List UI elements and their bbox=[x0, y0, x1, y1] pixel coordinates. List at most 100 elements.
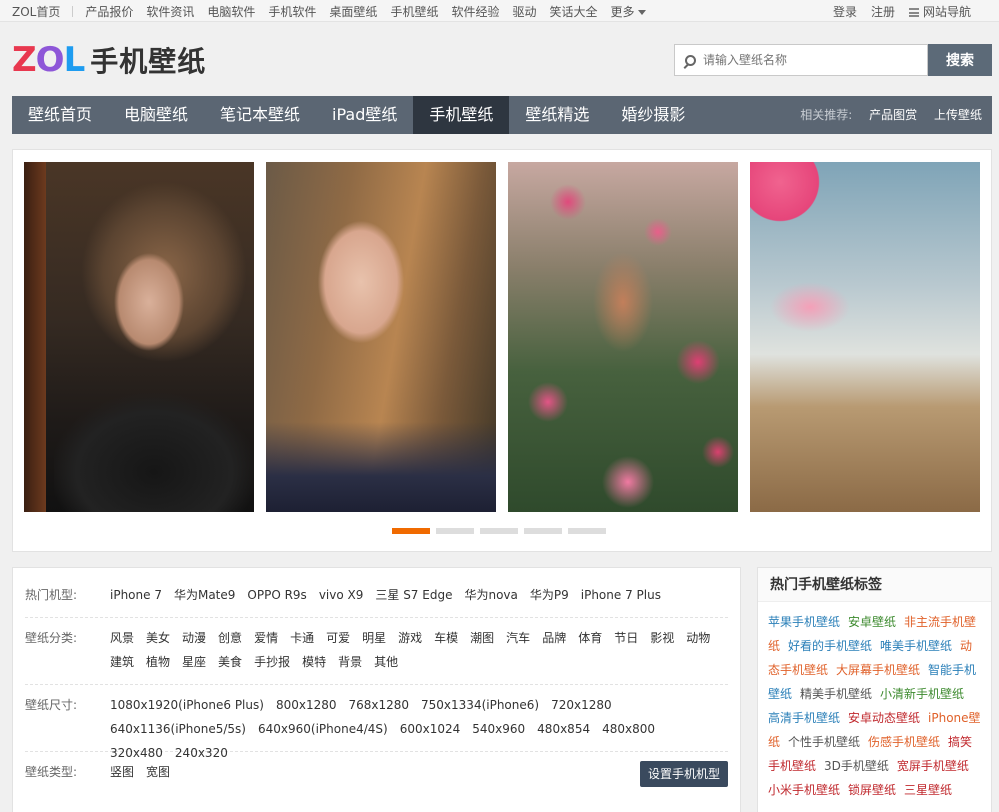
filter-option-model[interactable]: 华为Mate9 bbox=[174, 583, 235, 607]
site-logo[interactable]: ZOL 手机壁纸 bbox=[12, 40, 206, 80]
top-link-jokes[interactable]: 笑话大全 bbox=[549, 3, 597, 20]
hot-tag-link[interactable]: 精美手机壁纸 bbox=[800, 687, 872, 701]
filter-option-model[interactable]: 华为P9 bbox=[530, 583, 569, 607]
nav-item-wallpaper-home[interactable]: 壁纸首页 bbox=[12, 96, 108, 134]
filter-option-size[interactable]: 480x800 bbox=[602, 717, 655, 741]
hot-tag-link[interactable]: 3D手机壁纸 bbox=[824, 759, 889, 773]
filter-option-category[interactable]: 手抄报 bbox=[254, 650, 290, 674]
filter-option-category[interactable]: 车模 bbox=[434, 626, 458, 650]
filter-option-size[interactable]: 768x1280 bbox=[348, 693, 409, 717]
carousel-image-2[interactable] bbox=[266, 162, 496, 512]
nav-item-ipad-wallpaper[interactable]: iPad壁纸 bbox=[316, 96, 413, 134]
top-link-mobile-software[interactable]: 手机软件 bbox=[268, 3, 316, 20]
filter-option-category[interactable]: 背景 bbox=[338, 650, 362, 674]
carousel-dot-2[interactable] bbox=[436, 528, 474, 534]
filter-option-model[interactable]: iPhone 7 Plus bbox=[581, 583, 661, 607]
filter-option-size[interactable]: 750x1334(iPhone6) bbox=[421, 693, 539, 717]
hot-tag-link[interactable]: 小米手机壁纸 bbox=[768, 783, 840, 797]
carousel-image-1[interactable] bbox=[24, 162, 254, 512]
filter-option-category[interactable]: 明星 bbox=[362, 626, 386, 650]
filter-option-category[interactable]: 其他 bbox=[374, 650, 398, 674]
filter-option-size[interactable]: 1080x1920(iPhone6 Plus) bbox=[110, 693, 264, 717]
hot-tag-link[interactable]: 个性手机壁纸 bbox=[788, 735, 860, 749]
filter-option-category[interactable]: 动漫 bbox=[182, 626, 206, 650]
filter-option-category[interactable]: 建筑 bbox=[110, 650, 134, 674]
nav-item-wedding-photo[interactable]: 婚纱摄影 bbox=[605, 96, 701, 134]
filter-option-category[interactable]: 影视 bbox=[650, 626, 674, 650]
filter-option-size[interactable]: 540x960 bbox=[472, 717, 525, 741]
more-menu[interactable]: 更多 bbox=[611, 3, 646, 20]
carousel-dot-4[interactable] bbox=[524, 528, 562, 534]
filter-option-model[interactable]: vivo X9 bbox=[319, 583, 364, 607]
carousel-dot-5[interactable] bbox=[568, 528, 606, 534]
hot-tag-link[interactable]: 苹果手机壁纸 bbox=[768, 615, 840, 629]
carousel-dot-3[interactable] bbox=[480, 528, 518, 534]
filter-option-model[interactable]: OPPO R9s bbox=[247, 583, 306, 607]
nav-item-pc-wallpaper[interactable]: 电脑壁纸 bbox=[108, 96, 204, 134]
filter-option-category[interactable]: 品牌 bbox=[542, 626, 566, 650]
search-input[interactable] bbox=[703, 53, 903, 67]
hot-tag-link[interactable]: 大屏幕手机壁纸 bbox=[836, 663, 920, 677]
filter-option-category[interactable]: 爱情 bbox=[254, 626, 278, 650]
filter-option-size[interactable]: 600x1024 bbox=[400, 717, 461, 741]
hot-tag-link[interactable]: 安卓壁纸 bbox=[848, 615, 896, 629]
filter-option-category[interactable]: 植物 bbox=[146, 650, 170, 674]
top-link-pc-software[interactable]: 电脑软件 bbox=[207, 3, 255, 20]
filter-option-type[interactable]: 宽图 bbox=[146, 760, 170, 784]
filter-option-size[interactable]: 800x1280 bbox=[276, 693, 337, 717]
filter-option-model[interactable]: iPhone 7 bbox=[110, 583, 162, 607]
filter-option-size[interactable]: 640x960(iPhone4/4S) bbox=[258, 717, 388, 741]
top-link-software-news[interactable]: 软件资讯 bbox=[146, 3, 194, 20]
set-phone-model-button[interactable]: 设置手机机型 bbox=[639, 761, 728, 787]
related-link-upload[interactable]: 上传壁纸 bbox=[934, 108, 982, 122]
hot-tag-link[interactable]: 安卓动态壁纸 bbox=[848, 711, 920, 725]
filter-option-category[interactable]: 星座 bbox=[182, 650, 206, 674]
filter-option-size[interactable]: 480x854 bbox=[537, 717, 590, 741]
related-link-product-gallery[interactable]: 产品图赏 bbox=[869, 108, 917, 122]
login-link[interactable]: 登录 bbox=[833, 3, 857, 20]
hot-tag-link[interactable]: 三星壁纸 bbox=[904, 783, 952, 797]
top-link-zol-home[interactable]: ZOL首页 bbox=[12, 3, 60, 20]
filter-option-category[interactable]: 体育 bbox=[578, 626, 602, 650]
nav-item-mobile-wallpaper[interactable]: 手机壁纸 bbox=[413, 96, 510, 134]
carousel-dot-1[interactable] bbox=[392, 528, 430, 534]
filter-option-category[interactable]: 创意 bbox=[218, 626, 242, 650]
filter-option-category[interactable]: 潮图 bbox=[470, 626, 494, 650]
filter-option-category[interactable]: 卡通 bbox=[290, 626, 314, 650]
filter-option-category[interactable]: 模特 bbox=[302, 650, 326, 674]
hot-tag-link[interactable]: 宽屏手机壁纸 bbox=[897, 759, 969, 773]
filter-option-category[interactable]: 汽车 bbox=[506, 626, 530, 650]
filter-option-category[interactable]: 风景 bbox=[110, 626, 134, 650]
search-button[interactable]: 搜索 bbox=[928, 44, 992, 76]
carousel-image-4[interactable] bbox=[750, 162, 980, 512]
register-link[interactable]: 注册 bbox=[871, 3, 895, 20]
search-field[interactable] bbox=[674, 44, 928, 76]
hot-tag-link[interactable]: 伤感手机壁纸 bbox=[868, 735, 940, 749]
top-link-desktop-wallpaper[interactable]: 桌面壁纸 bbox=[329, 3, 377, 20]
nav-item-featured[interactable]: 壁纸精选 bbox=[509, 96, 605, 134]
filter-option-type[interactable]: 竖图 bbox=[110, 760, 134, 784]
filter-option-category[interactable]: 游戏 bbox=[398, 626, 422, 650]
filter-option-model[interactable]: 华为nova bbox=[464, 583, 517, 607]
filter-option-size[interactable]: 720x1280 bbox=[551, 693, 612, 717]
site-nav-link[interactable]: 网站导航 bbox=[908, 3, 971, 20]
hot-tag-link[interactable]: 好看的手机壁纸 bbox=[788, 639, 872, 653]
filter-option-category[interactable]: 美食 bbox=[218, 650, 242, 674]
hot-tag-link[interactable]: 锁屏壁纸 bbox=[848, 783, 896, 797]
top-link-mobile-wallpaper[interactable]: 手机壁纸 bbox=[390, 3, 438, 20]
filter-option-category[interactable]: 动物 bbox=[686, 626, 710, 650]
filter-option-category[interactable]: 美女 bbox=[146, 626, 170, 650]
hot-tag-link[interactable]: 小清新手机壁纸 bbox=[880, 687, 964, 701]
nav-item-laptop-wallpaper[interactable]: 笔记本壁纸 bbox=[204, 96, 316, 134]
hot-tag-link[interactable]: 高清手机壁纸 bbox=[768, 711, 840, 725]
top-link-drivers[interactable]: 驱动 bbox=[512, 3, 536, 20]
filter-option-category[interactable]: 可爱 bbox=[326, 626, 350, 650]
filter-option-category[interactable]: 节日 bbox=[614, 626, 638, 650]
top-link-software-tips[interactable]: 软件经验 bbox=[451, 3, 499, 20]
top-link-price[interactable]: 产品报价 bbox=[85, 3, 133, 20]
filter-option-model[interactable]: 三星 S7 Edge bbox=[375, 583, 452, 607]
filter-option-size[interactable]: 640x1136(iPhone5/5s) bbox=[110, 717, 246, 741]
hot-tag-link[interactable]: 唯美手机壁纸 bbox=[880, 639, 952, 653]
filter-row-sizes: 壁纸尺寸: 1080x1920(iPhone6 Plus) 800x1280 768… bbox=[25, 693, 728, 760]
carousel-image-3[interactable] bbox=[508, 162, 738, 512]
